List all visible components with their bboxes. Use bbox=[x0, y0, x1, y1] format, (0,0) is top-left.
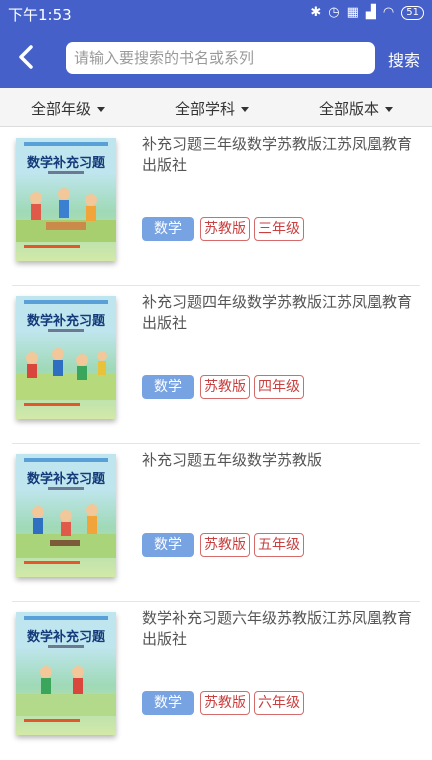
grade-tag: 六年级 bbox=[254, 691, 304, 715]
book-cover: 数学补充习题 bbox=[16, 612, 116, 735]
filter-grade-label: 全部年级 bbox=[31, 100, 92, 118]
cover-title: 数学补充习题 bbox=[26, 314, 105, 329]
cover-title: 数学补充习题 bbox=[26, 472, 105, 487]
book-list-item[interactable]: 数学补充习题 补充习题五年级数学苏教版 数学 苏教版 五年级 bbox=[0, 444, 432, 602]
back-button[interactable] bbox=[12, 42, 42, 72]
caret-down-icon bbox=[385, 107, 394, 112]
bluetooth-icon: ✱ bbox=[310, 5, 322, 20]
cover-title: 数学补充习题 bbox=[26, 630, 105, 645]
search-box[interactable] bbox=[66, 42, 375, 74]
grade-tag: 三年级 bbox=[254, 217, 304, 241]
sim-icon: ▦ bbox=[346, 5, 359, 20]
app-header: 下午1:53 ✱ ◷ ▦ ▟ ◠ 51 搜索 bbox=[0, 0, 432, 88]
battery-icon: 51 bbox=[401, 5, 424, 20]
cover-illustration bbox=[16, 188, 116, 242]
edition-tag: 苏教版 bbox=[200, 375, 250, 399]
chevron-left-icon bbox=[19, 45, 33, 69]
book-tags: 数学 苏教版 五年级 bbox=[142, 533, 308, 557]
edition-tag: 苏教版 bbox=[200, 691, 250, 715]
subject-tag: 数学 bbox=[142, 217, 194, 241]
cover-illustration bbox=[16, 348, 116, 400]
filter-edition[interactable]: 全部版本 bbox=[319, 98, 394, 119]
filter-edition-label: 全部版本 bbox=[319, 100, 380, 118]
subject-tag: 数学 bbox=[142, 691, 194, 715]
subject-tag: 数学 bbox=[142, 533, 194, 557]
cover-title: 数学补充习题 bbox=[26, 156, 105, 171]
subject-tag: 数学 bbox=[142, 375, 194, 399]
caret-down-icon bbox=[97, 107, 106, 112]
wifi-icon: ◠ bbox=[382, 5, 395, 20]
search-button[interactable]: 搜索 bbox=[388, 47, 420, 71]
cover-illustration bbox=[16, 666, 116, 716]
grade-tag: 四年级 bbox=[254, 375, 304, 399]
book-title: 补充习题五年级数学苏教版 bbox=[142, 451, 323, 469]
book-cover: 数学补充习题 bbox=[16, 454, 116, 577]
signal-icon: ▟ bbox=[365, 5, 376, 20]
filter-bar: 全部年级 全部学科 全部版本 bbox=[0, 88, 432, 127]
book-title: 补充习题三年级数学苏教版江苏凤凰教育出版社 bbox=[142, 135, 413, 174]
book-title: 数学补充习题六年级苏教版江苏凤凰教育出版社 bbox=[142, 609, 413, 648]
filter-subject-label: 全部学科 bbox=[175, 100, 236, 118]
caret-down-icon bbox=[241, 107, 250, 112]
book-title: 补充习题四年级数学苏教版江苏凤凰教育出版社 bbox=[142, 293, 413, 332]
book-tags: 数学 苏教版 三年级 bbox=[142, 217, 308, 241]
book-list-item[interactable]: 数学补充习题 补充习题四年级数学苏教版江苏凤凰教育出版社 数学 苏教版 四年级 bbox=[0, 286, 432, 444]
cover-illustration bbox=[16, 504, 116, 558]
book-tags: 数学 苏教版 四年级 bbox=[142, 375, 308, 399]
alarm-icon: ◷ bbox=[328, 5, 340, 20]
search-input[interactable] bbox=[66, 42, 364, 74]
edition-tag: 苏教版 bbox=[200, 217, 250, 241]
status-time: 下午1:53 bbox=[8, 6, 72, 24]
book-cover: 数学补充习题 bbox=[16, 138, 116, 261]
grade-tag: 五年级 bbox=[254, 533, 304, 557]
status-icons: ✱ ◷ ▦ ▟ ◠ 51 bbox=[310, 5, 424, 20]
filter-subject[interactable]: 全部学科 bbox=[175, 98, 250, 119]
book-list-item[interactable]: 数学补充习题 数学补充习题六年级苏教版江苏凤凰教育出版社 数学 苏教版 六年级 bbox=[0, 602, 432, 760]
book-cover: 数学补充习题 bbox=[16, 296, 116, 419]
book-list-item[interactable]: 数学补充习题 补充习题三年级数学苏教版江苏凤凰教育出版社 数学 苏教版 三年级 bbox=[0, 128, 432, 286]
book-tags: 数学 苏教版 六年级 bbox=[142, 691, 308, 715]
filter-grade[interactable]: 全部年级 bbox=[31, 98, 106, 119]
status-bar: 下午1:53 ✱ ◷ ▦ ▟ ◠ 51 bbox=[0, 0, 432, 28]
edition-tag: 苏教版 bbox=[200, 533, 250, 557]
